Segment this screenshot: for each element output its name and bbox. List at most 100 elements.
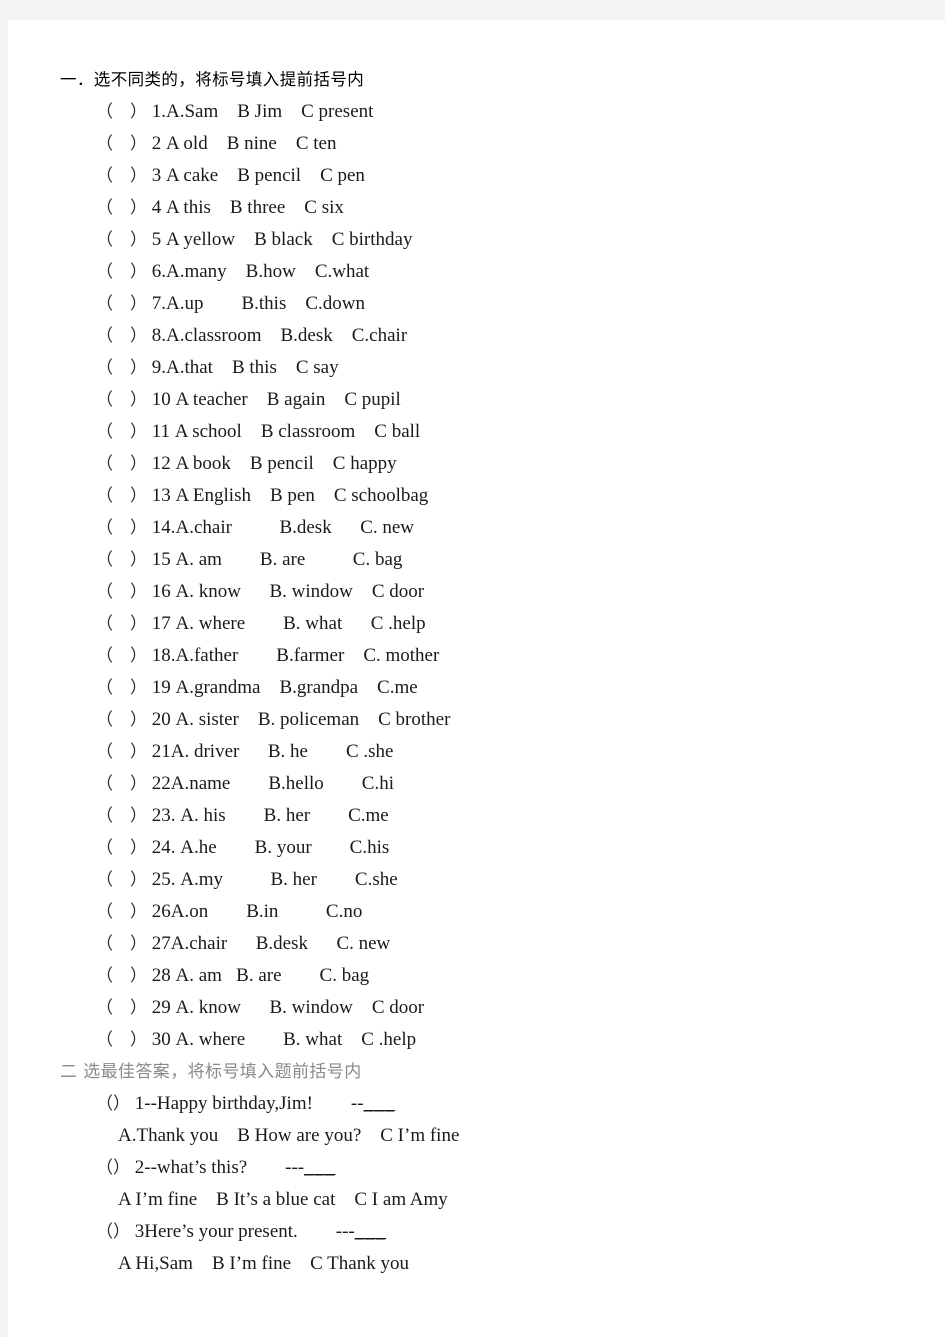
question-row: （ ） 17 A. where B. what C .help	[60, 608, 920, 640]
option-row: A Hi,Sam B I’m fine C Thank you	[118, 1253, 409, 1274]
answer-bracket-14[interactable]: （ ）	[96, 518, 147, 538]
question-row: （ ） 4 A this B three C six	[60, 192, 920, 224]
question-text: 20 A. sister B. policeman C brother	[151, 709, 451, 730]
answer-bracket-21[interactable]: （ ）	[96, 742, 147, 762]
question-row: （ ） 19 A.grandma B.grandpa C.me	[60, 672, 920, 704]
answer-bracket-11[interactable]: （ ）	[96, 422, 147, 442]
answer-blank[interactable]: ___	[355, 1221, 387, 1242]
question-text: 30 A. where B. what C .help	[151, 1029, 417, 1050]
question-row: （ ） 20 A. sister B. policeman C brother	[60, 704, 920, 736]
answer-bracket-18[interactable]: （ ）	[96, 646, 147, 666]
question-text: 14.A.chair B.desk C. new	[151, 517, 415, 538]
answer-bracket-25[interactable]: （ ）	[96, 870, 147, 890]
answer-bracket-8[interactable]: （ ）	[96, 326, 147, 346]
answer-bracket-s2-2[interactable]: （）	[96, 1158, 130, 1178]
worksheet-page: 一．选不同类的，将标号填入提前括号内 （ ） 1.A.Sam B Jim C p…	[8, 20, 945, 1337]
question-row: （ ） 23. A. his B. her C.me	[60, 800, 920, 832]
answer-bracket-19[interactable]: （ ）	[96, 678, 147, 698]
answer-blank[interactable]: ___	[364, 1093, 396, 1114]
answer-bracket-3[interactable]: （ ）	[96, 166, 147, 186]
answer-bracket-13[interactable]: （ ）	[96, 486, 147, 506]
answer-bracket-6[interactable]: （ ）	[96, 262, 147, 282]
answer-bracket-29[interactable]: （ ）	[96, 998, 147, 1018]
question-text: 29 A. know B. window C door	[151, 997, 425, 1018]
answer-bracket-15[interactable]: （ ）	[96, 550, 147, 570]
question-row: （ ） 28 A. am B. are C. bag	[60, 960, 920, 992]
question-text: 4 A this B three C six	[151, 197, 344, 218]
question-text: 19 A.grandma B.grandpa C.me	[151, 677, 418, 698]
question-row: （） 1--Happy birthday,Jim! --___	[60, 1088, 920, 1120]
question-stem: 2--what’s this? ---	[134, 1157, 305, 1178]
question-row: （ ） 12 A book B pencil C happy	[60, 448, 920, 480]
answer-bracket-12[interactable]: （ ）	[96, 454, 147, 474]
question-text: 16 A. know B. window C door	[151, 581, 425, 602]
answer-bracket-4[interactable]: （ ）	[96, 198, 147, 218]
question-row: （ ） 1.A.Sam B Jim C present	[60, 96, 920, 128]
answer-bracket-9[interactable]: （ ）	[96, 358, 147, 378]
question-text: 15 A. am B. are C. bag	[151, 549, 403, 570]
question-text: 23. A. his B. her C.me	[151, 805, 389, 826]
question-row: （ ） 22A.name B.hello C.hi	[60, 768, 920, 800]
answer-bracket-s2-1[interactable]: （）	[96, 1094, 130, 1114]
question-text: 26A.on B.in C.no	[151, 901, 363, 922]
answer-bracket-10[interactable]: （ ）	[96, 390, 147, 410]
question-text: 5 A yellow B black C birthday	[151, 229, 413, 250]
section-two-heading: 二 选最佳答案，将标号填入题前括号内	[60, 1062, 362, 1082]
question-text: 9.A.that B this C say	[151, 357, 339, 378]
question-row: （ ） 2 A old B nine C ten	[60, 128, 920, 160]
answer-bracket-30[interactable]: （ ）	[96, 1030, 147, 1050]
question-text: 27A.chair B.desk C. new	[151, 933, 391, 954]
answer-bracket-s2-3[interactable]: （）	[96, 1222, 130, 1242]
answer-blank[interactable]: ___	[304, 1157, 336, 1178]
document-body: 一．选不同类的，将标号填入提前括号内 （ ） 1.A.Sam B Jim C p…	[60, 64, 920, 1280]
question-row: （ ） 25. A.my B. her C.she	[60, 864, 920, 896]
answer-bracket-2[interactable]: （ ）	[96, 134, 147, 154]
question-row: （） 3Here’s your present. ---___	[60, 1216, 920, 1248]
question-row: （ ） 27A.chair B.desk C. new	[60, 928, 920, 960]
question-text: 18.A.father B.farmer C. mother	[151, 645, 440, 666]
question-row: （ ） 21A. driver B. he C .she	[60, 736, 920, 768]
question-text: 28 A. am B. are C. bag	[151, 965, 370, 986]
question-row: （ ） 11 A school B classroom C ball	[60, 416, 920, 448]
question-text: 6.A.many B.how C.what	[151, 261, 370, 282]
question-text: 22A.name B.hello C.hi	[151, 773, 394, 794]
question-text: 8.A.classroom B.desk C.chair	[151, 325, 408, 346]
question-text: 1.A.Sam B Jim C present	[151, 101, 374, 122]
question-text: 21A. driver B. he C .she	[151, 741, 394, 762]
question-text: 25. A.my B. her C.she	[151, 869, 398, 890]
question-row: （ ） 9.A.that B this C say	[60, 352, 920, 384]
answer-bracket-24[interactable]: （ ）	[96, 838, 147, 858]
answer-bracket-28[interactable]: （ ）	[96, 966, 147, 986]
question-row: （ ） 14.A.chair B.desk C. new	[60, 512, 920, 544]
question-text: 24. A.he B. your C.his	[151, 837, 390, 858]
answer-bracket-20[interactable]: （ ）	[96, 710, 147, 730]
answer-bracket-5[interactable]: （ ）	[96, 230, 147, 250]
question-row: （ ） 29 A. know B. window C door	[60, 992, 920, 1024]
answer-bracket-22[interactable]: （ ）	[96, 774, 147, 794]
answer-bracket-23[interactable]: （ ）	[96, 806, 147, 826]
option-row: A I’m fine B It’s a blue cat C I am Amy	[118, 1189, 448, 1210]
answer-bracket-17[interactable]: （ ）	[96, 614, 147, 634]
answer-bracket-7[interactable]: （ ）	[96, 294, 147, 314]
question-text: 17 A. where B. what C .help	[151, 613, 426, 634]
question-row: （ ） 26A.on B.in C.no	[60, 896, 920, 928]
question-row: （ ） 10 A teacher B again C pupil	[60, 384, 920, 416]
question-text: 3 A cake B pencil C pen	[151, 165, 365, 186]
answer-bracket-27[interactable]: （ ）	[96, 934, 147, 954]
answer-bracket-1[interactable]: （ ）	[96, 102, 147, 122]
question-text: 11 A school B classroom C ball	[151, 421, 421, 442]
option-row: A.Thank you B How are you? C I’m fine	[118, 1125, 460, 1146]
question-row: （ ） 3 A cake B pencil C pen	[60, 160, 920, 192]
question-stem: 3Here’s your present. ---	[134, 1221, 355, 1242]
question-row: （ ） 7.A.up B.this C.down	[60, 288, 920, 320]
question-text: 13 A English B pen C schoolbag	[151, 485, 429, 506]
question-text: 12 A book B pencil C happy	[151, 453, 397, 474]
question-text: 7.A.up B.this C.down	[151, 293, 365, 314]
question-row: （ ） 18.A.father B.farmer C. mother	[60, 640, 920, 672]
answer-bracket-16[interactable]: （ ）	[96, 582, 147, 602]
question-row: （ ） 6.A.many B.how C.what	[60, 256, 920, 288]
question-stem: 1--Happy birthday,Jim! --	[134, 1093, 364, 1114]
answer-bracket-26[interactable]: （ ）	[96, 902, 147, 922]
question-row: （ ） 13 A English B pen C schoolbag	[60, 480, 920, 512]
question-row: （ ） 24. A.he B. your C.his	[60, 832, 920, 864]
